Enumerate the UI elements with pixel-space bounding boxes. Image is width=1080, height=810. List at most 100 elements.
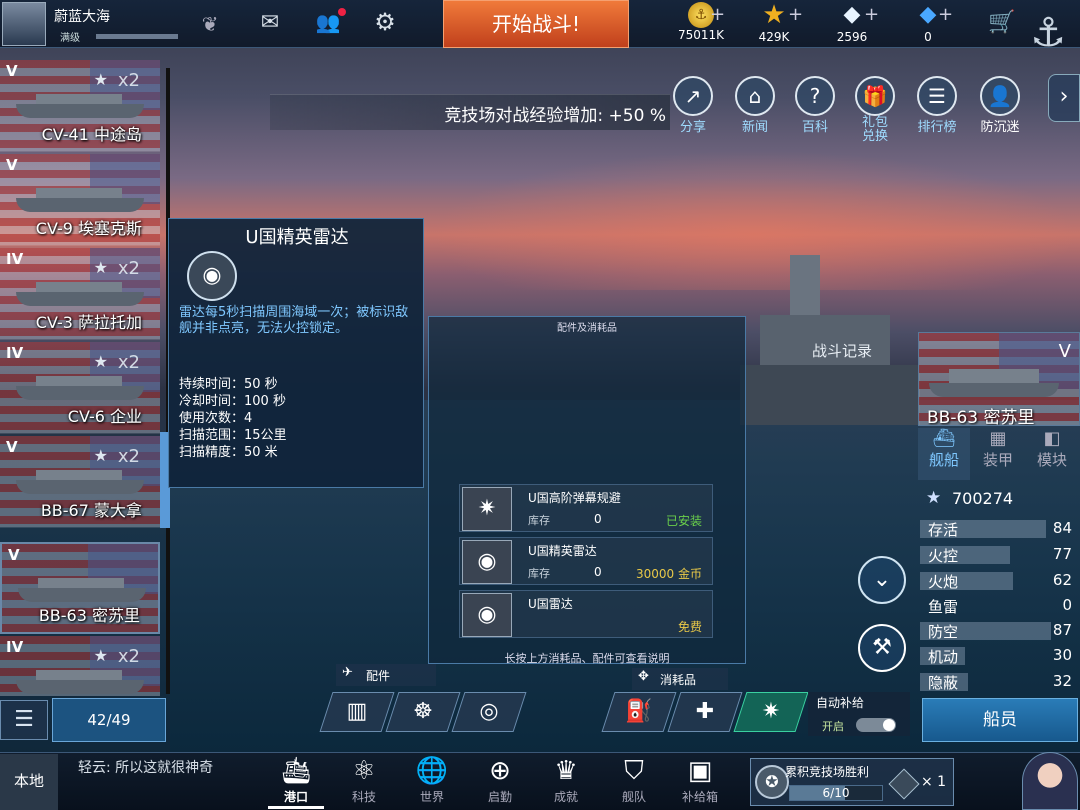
tab-module[interactable]: ◧ 模块 [1026, 428, 1078, 480]
news-icon: ⌂ [735, 76, 775, 116]
currency-gold[interactable]: ⚓ 75011K [666, 0, 736, 48]
selected-ship-card[interactable]: V BB-63 密苏里 [918, 332, 1080, 426]
nav-tech[interactable]: ⚛ 科技 [336, 756, 392, 810]
supply-box-icon: ▣ [687, 756, 713, 786]
rank-chevron-icon[interactable]: ⌄ [858, 556, 906, 604]
ship-tier: IV [6, 250, 24, 268]
ship-tier: V [6, 156, 18, 174]
plus-icon[interactable]: + [710, 4, 725, 25]
nav-world-label: 世界 [419, 790, 444, 804]
chat-channel-button[interactable]: 本地 [0, 754, 58, 810]
star-icon: ★ [93, 646, 108, 665]
crystal-value: 0 [924, 30, 932, 44]
stat-maneuver: 机动 30 [920, 645, 1078, 667]
ship-card[interactable]: V ★ x2 CV-41 中途岛 [0, 60, 160, 152]
nav-port[interactable]: 🛳 港口 [268, 756, 324, 810]
ship-card[interactable]: V CV-9 埃塞克斯 [0, 154, 160, 246]
settings-gear-icon[interactable]: ⚙ [368, 8, 402, 36]
achievement-icon: ♛ [554, 756, 578, 786]
nav-supply-box[interactable]: ▣ 补给箱 [672, 756, 728, 810]
radar-scan-icon: ✷ [761, 699, 781, 724]
ship-card[interactable]: IV ★ x2 CV-3 萨拉托加 [0, 248, 160, 340]
equipment-item[interactable]: ◉ U国精英雷达 库存 0 30000 金币 [459, 537, 713, 585]
tooltip-description: 雷达每5秒扫描周围海域一次；被标识敌舰并非点亮，无法火控锁定。 [179, 305, 409, 336]
anchor-icon[interactable]: ⚓ [1020, 2, 1076, 64]
gold-value: 75011K [677, 28, 725, 42]
launch-icon: ⊕ [489, 756, 511, 786]
ship-card[interactable]: IV ★ x2 [0, 636, 160, 696]
encyclopedia-icon: ? [795, 76, 835, 116]
plus-icon[interactable]: + [864, 4, 879, 25]
ship-multiplier: x2 [117, 446, 140, 467]
tab-ship[interactable]: ⛴ 舰船 [918, 428, 970, 480]
expand-menu-arrow-icon[interactable]: › [1048, 74, 1080, 122]
nav-achievement[interactable]: ♛ 成就 [538, 756, 594, 810]
elite-radar-icon: ◉ [462, 540, 512, 584]
ship-card-selected[interactable]: V BB-63 密苏里 [0, 542, 160, 634]
nav-world[interactable]: 🌐 世界 [404, 756, 460, 810]
player-avatar[interactable] [2, 2, 46, 46]
menu-share[interactable]: ↗ 分享 [668, 76, 718, 135]
fuel-canister-icon: ▥ [346, 699, 368, 724]
accessory-slot[interactable]: ☸ [385, 692, 461, 732]
plus-icon[interactable]: + [938, 4, 953, 25]
world-icon: 🌐 [415, 756, 449, 786]
ship-name: CV-6 企业 [67, 407, 142, 426]
nav-fleet[interactable]: ⛉ 舰队 [606, 756, 662, 810]
repair-tools-icon[interactable]: ⚒ [858, 624, 906, 672]
ship-card[interactable]: V ★ x2 BB-67 蒙大拿 [0, 436, 160, 528]
menu-gift-label: 礼包 兑换 [861, 115, 888, 144]
equipment-item-installed[interactable]: ✷ U国高阶弹幕规避 库存 0 已安装 [459, 484, 713, 532]
fire-extinguisher-icon: ⛽ [625, 699, 653, 724]
tab-ship-label: 舰船 [928, 451, 959, 469]
stock-count: 0 [594, 565, 602, 579]
ship-card[interactable]: IV ★ x2 CV-6 企业 [0, 342, 160, 434]
tab-armor[interactable]: ▦ 装甲 [972, 428, 1024, 480]
rating-star-icon: ★ [926, 488, 942, 508]
mail-icon[interactable]: ✉ [254, 10, 286, 35]
auto-supply-label: 自动补给 [816, 696, 865, 710]
nav-launch[interactable]: ⊕ 启勤 [472, 756, 528, 810]
diamond-value: 2596 [836, 30, 868, 44]
item-status: 已安装 [665, 514, 702, 528]
nav-achievement-label: 成就 [553, 790, 578, 804]
plus-icon[interactable]: + [788, 4, 803, 25]
accessory-slot[interactable]: ◎ [451, 692, 527, 732]
list-view-icon[interactable]: ☰ [0, 700, 48, 740]
menu-gift-exchange[interactable]: 🎁 礼包 兑换 [850, 76, 900, 144]
ship-tier: V [6, 438, 18, 456]
menu-encyclopedia[interactable]: ? 百科 [790, 76, 840, 135]
consumable-slot-active[interactable]: ✷ [733, 692, 809, 732]
stat-value: 62 [1052, 571, 1072, 589]
menu-anti-addiction[interactable]: 👤 防沉迷 [974, 76, 1026, 135]
consumable-slot[interactable]: ✚ [667, 692, 743, 732]
reward-count: × 1 [921, 774, 947, 790]
advisor-avatar[interactable] [1022, 752, 1078, 810]
battle-record-link[interactable]: 战斗记录 [812, 340, 872, 361]
quest-panel[interactable]: ✪ 累积竞技场胜利 6/10 × 1 [750, 758, 954, 806]
auto-supply-toggle-label: 开启 [822, 720, 844, 733]
chat-message[interactable]: 轻云: 所以这就很神奇 [78, 760, 238, 777]
exp-bonus-text: 竞技场对战经验增加: +50 % [444, 106, 666, 126]
auto-supply-toggle[interactable] [856, 718, 896, 732]
crew-button[interactable]: 船员 [922, 698, 1078, 742]
stat-anti-air: 防空 87 [920, 620, 1078, 642]
consumable-slot[interactable]: ⛽ [601, 692, 677, 732]
quest-progress: 6/10 [822, 786, 850, 800]
accessory-slot[interactable]: ▥ [319, 692, 395, 732]
equipment-item[interactable]: ◉ U国雷达 免费 [459, 590, 713, 638]
stat-value: 32 [1052, 672, 1072, 690]
menu-news[interactable]: ⌂ 新闻 [730, 76, 780, 135]
ship-name: BB-63 密苏里 [38, 606, 140, 625]
shop-cart-icon[interactable]: 🛒 [984, 10, 1020, 35]
accessories-label: 配件 [366, 669, 391, 683]
ship-multiplier: x2 [117, 646, 140, 667]
ship-tier: V [8, 546, 20, 564]
menu-ranking[interactable]: ☰ 排行榜 [912, 76, 962, 135]
player-level: 满级 [60, 33, 80, 44]
nav-tech-label: 科技 [351, 790, 376, 804]
start-battle-button[interactable]: 开始战斗! [443, 0, 629, 48]
quest-medal-icon: ✪ [755, 765, 789, 799]
ship-count-button[interactable]: 42/49 [52, 698, 166, 742]
target-icon: ◎ [479, 699, 499, 724]
